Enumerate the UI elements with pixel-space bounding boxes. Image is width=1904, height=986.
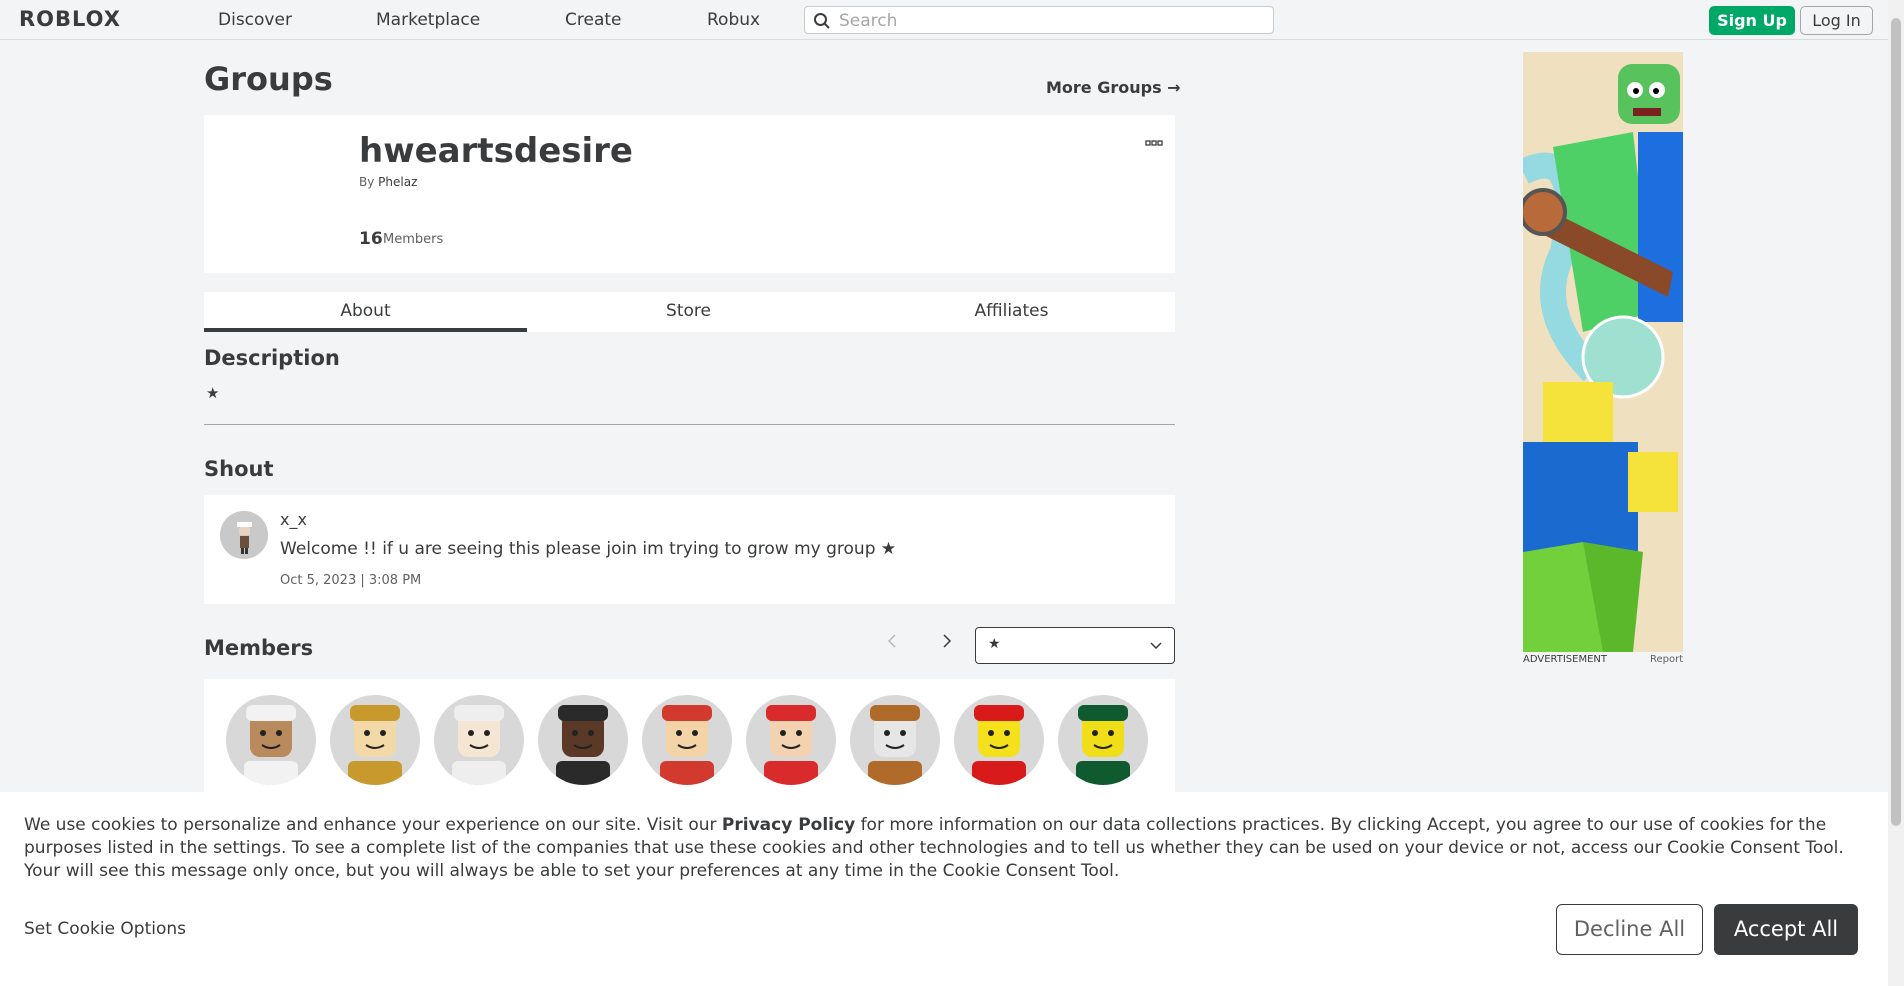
- top-navbar: ROBLOX Discover Marketplace Create Robux…: [0, 0, 1904, 40]
- chevron-right-icon[interactable]: [942, 633, 952, 654]
- shout-card: x_x Welcome !! if u are seeing this plea…: [204, 495, 1175, 604]
- divider: [204, 424, 1175, 425]
- decline-all-button[interactable]: Decline All: [1556, 904, 1703, 955]
- ad-report-link[interactable]: Report: [1650, 654, 1683, 665]
- signup-button[interactable]: Sign Up: [1709, 6, 1795, 35]
- members-list: [204, 679, 1175, 799]
- accept-all-button[interactable]: Accept All: [1714, 904, 1858, 955]
- cookie-banner: We use cookies to personalize and enhanc…: [0, 792, 1888, 986]
- roblox-logo[interactable]: ROBLOX: [19, 7, 121, 31]
- more-groups-link[interactable]: More Groups →: [1046, 78, 1181, 97]
- member-avatar[interactable]: [746, 695, 836, 785]
- role-selected-value: ★: [988, 636, 1001, 652]
- shout-message: Welcome !! if u are seeing this please j…: [280, 539, 897, 559]
- nav-marketplace[interactable]: Marketplace: [376, 10, 480, 30]
- member-avatar[interactable]: [954, 695, 1044, 785]
- advertisement-image[interactable]: [1523, 52, 1683, 652]
- search-icon: [814, 13, 830, 29]
- page-title: Groups: [204, 60, 333, 98]
- member-count: 16: [359, 229, 383, 249]
- member-avatar[interactable]: [226, 695, 316, 785]
- cookie-text: We use cookies to personalize and enhanc…: [24, 814, 1874, 883]
- chevron-left-icon[interactable]: [887, 633, 897, 654]
- set-cookie-options-link[interactable]: Set Cookie Options: [24, 919, 186, 939]
- chevron-down-icon: [1150, 642, 1162, 650]
- login-button[interactable]: Log In: [1800, 6, 1873, 35]
- ellipsis-icon[interactable]: [1145, 131, 1163, 152]
- tab-store[interactable]: Store: [527, 292, 850, 332]
- description-title: Description: [204, 346, 340, 370]
- group-name: hweartsdesire: [359, 131, 633, 171]
- nav-create[interactable]: Create: [565, 10, 622, 30]
- member-avatar[interactable]: [850, 695, 940, 785]
- tab-about[interactable]: About: [204, 292, 527, 332]
- member-avatar[interactable]: [538, 695, 628, 785]
- search-input[interactable]: [837, 10, 1261, 32]
- privacy-policy-link[interactable]: Privacy Policy: [722, 815, 855, 835]
- ad-label: ADVERTISEMENT: [1523, 654, 1608, 665]
- member-avatar[interactable]: [1058, 695, 1148, 785]
- member-avatar[interactable]: [642, 695, 732, 785]
- owner-link[interactable]: Phelaz: [378, 175, 417, 189]
- member-avatar[interactable]: [434, 695, 524, 785]
- group-owner-line: By Phelaz: [359, 175, 417, 189]
- members-title: Members: [204, 636, 314, 660]
- tab-affiliates[interactable]: Affiliates: [850, 292, 1173, 332]
- group-tabs: About Store Affiliates: [204, 292, 1175, 332]
- cookie-text-before: We use cookies to personalize and enhanc…: [24, 815, 722, 835]
- avatar[interactable]: [220, 511, 268, 559]
- nav-discover[interactable]: Discover: [218, 10, 292, 30]
- shout-date: Oct 5, 2023 | 3:08 PM: [280, 573, 422, 588]
- members-label: Members: [383, 232, 444, 247]
- scrollbar-thumb[interactable]: [1891, 18, 1901, 826]
- role-dropdown[interactable]: ★: [975, 627, 1175, 664]
- by-label: By: [359, 175, 375, 189]
- group-header-card: hweartsdesire By Phelaz 16 Members: [204, 115, 1175, 273]
- nav-robux[interactable]: Robux: [707, 10, 760, 30]
- search-box: [804, 6, 1274, 34]
- shout-title: Shout: [204, 457, 274, 481]
- shout-username[interactable]: x_x: [280, 510, 307, 529]
- member-avatar[interactable]: [330, 695, 420, 785]
- description-text: ★: [206, 384, 220, 402]
